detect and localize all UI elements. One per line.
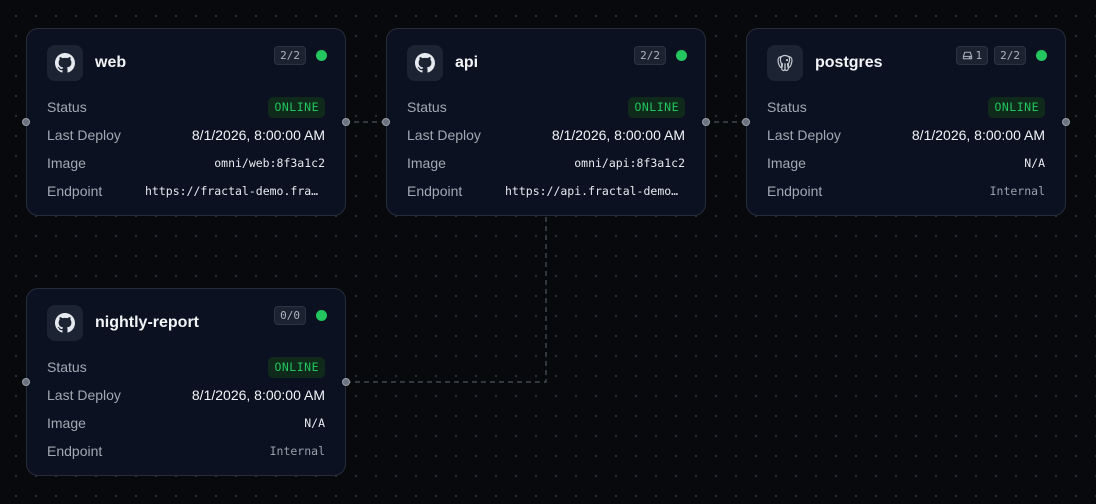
service-node-nightly-report[interactable]: nightly-report 0/0 Status ONLINE Last De… bbox=[22, 288, 350, 476]
node-badges: 2/2 bbox=[274, 46, 327, 65]
last-deploy-value: 8/1/2026, 8:00:00 AM bbox=[551, 127, 685, 143]
status-badge: ONLINE bbox=[268, 356, 325, 378]
input-handle[interactable] bbox=[742, 118, 750, 126]
status-label: Status bbox=[47, 359, 87, 375]
status-row: Status ONLINE bbox=[407, 93, 685, 121]
service-details: Status ONLINE Last Deploy 8/1/2026, 8:00… bbox=[407, 93, 685, 205]
image-label: Image bbox=[47, 155, 86, 171]
status-badge: ONLINE bbox=[268, 96, 325, 118]
last-deploy-label: Last Deploy bbox=[47, 387, 121, 403]
service-details: Status ONLINE Last Deploy 8/1/2026, 8:00… bbox=[47, 93, 325, 205]
edge-api-nightly-report[interactable] bbox=[345, 217, 547, 383]
image-value: N/A bbox=[304, 416, 325, 430]
last-deploy-label: Last Deploy bbox=[47, 127, 121, 143]
endpoint-link[interactable]: https://fractal-demo.fractal.dev bbox=[145, 184, 325, 198]
status-label: Status bbox=[47, 99, 87, 115]
service-name: postgres bbox=[815, 54, 883, 71]
image-row: Image N/A bbox=[767, 149, 1045, 177]
replica-count-badge: 0/0 bbox=[274, 306, 306, 325]
output-handle[interactable] bbox=[702, 118, 710, 126]
service-details: Status ONLINE Last Deploy 8/1/2026, 8:00… bbox=[47, 353, 325, 465]
health-status-dot bbox=[316, 310, 327, 321]
last-deploy-value: 8/1/2026, 8:00:00 AM bbox=[191, 127, 325, 143]
image-row: Image omni/api:8f3a1c2 bbox=[407, 149, 685, 177]
last-deploy-row: Last Deploy 8/1/2026, 8:00:00 AM bbox=[767, 121, 1045, 149]
github-icon bbox=[47, 305, 83, 341]
input-handle[interactable] bbox=[382, 118, 390, 126]
status-row: Status ONLINE bbox=[47, 353, 325, 381]
image-row: Image N/A bbox=[47, 409, 325, 437]
image-label: Image bbox=[767, 155, 806, 171]
endpoint-label: Endpoint bbox=[47, 183, 103, 199]
service-details: Status ONLINE Last Deploy 8/1/2026, 8:00… bbox=[767, 93, 1045, 205]
output-handle[interactable] bbox=[1062, 118, 1070, 126]
input-handle[interactable] bbox=[22, 378, 30, 386]
output-handle[interactable] bbox=[342, 378, 350, 386]
status-label: Status bbox=[407, 99, 447, 115]
endpoint-row: Endpoint https://fractal-demo.fractal.de… bbox=[47, 177, 325, 205]
volume-count-badge: 1 bbox=[955, 46, 989, 65]
service-node-web[interactable]: web 2/2 Status ONLINE Last Deploy 8/1/20… bbox=[22, 28, 350, 216]
endpoint-link[interactable]: https://api.fractal-demo.fractal.dev bbox=[505, 184, 685, 198]
last-deploy-label: Last Deploy bbox=[407, 127, 481, 143]
service-node-api[interactable]: api 2/2 Status ONLINE Last Deploy 8/1/20… bbox=[382, 28, 710, 216]
image-label: Image bbox=[407, 155, 446, 171]
health-status-dot bbox=[316, 50, 327, 61]
image-value: omni/web:8f3a1c2 bbox=[214, 156, 325, 170]
endpoint-label: Endpoint bbox=[47, 443, 103, 459]
service-name: web bbox=[95, 54, 127, 71]
status-row: Status ONLINE bbox=[767, 93, 1045, 121]
endpoint-label: Endpoint bbox=[407, 183, 463, 199]
health-status-dot bbox=[1036, 50, 1047, 61]
endpoint-value: Internal bbox=[989, 184, 1045, 198]
service-name: nightly-report bbox=[95, 314, 199, 331]
endpoint-row: Endpoint Internal bbox=[47, 437, 325, 465]
replica-count-badge: 2/2 bbox=[274, 46, 306, 65]
endpoint-label: Endpoint bbox=[767, 183, 823, 199]
endpoint-row: Endpoint https://api.fractal-demo.fracta… bbox=[407, 177, 685, 205]
status-row: Status ONLINE bbox=[47, 93, 325, 121]
last-deploy-value: 8/1/2026, 8:00:00 AM bbox=[191, 387, 325, 403]
input-handle[interactable] bbox=[22, 118, 30, 126]
node-header: web 2/2 bbox=[47, 45, 327, 81]
node-badges: 2/2 bbox=[634, 46, 687, 65]
node-badges: 1 2/2 bbox=[955, 46, 1047, 65]
last-deploy-row: Last Deploy 8/1/2026, 8:00:00 AM bbox=[47, 381, 325, 409]
service-canvas[interactable]: web 2/2 Status ONLINE Last Deploy 8/1/20… bbox=[0, 0, 1096, 504]
output-handle[interactable] bbox=[342, 118, 350, 126]
github-icon bbox=[407, 45, 443, 81]
endpoint-row: Endpoint Internal bbox=[767, 177, 1045, 205]
image-value: N/A bbox=[1024, 156, 1045, 170]
health-status-dot bbox=[676, 50, 687, 61]
replica-count-badge: 2/2 bbox=[994, 46, 1026, 65]
last-deploy-value: 8/1/2026, 8:00:00 AM bbox=[911, 127, 1045, 143]
image-row: Image omni/web:8f3a1c2 bbox=[47, 149, 325, 177]
disk-icon bbox=[962, 51, 972, 60]
node-badges: 0/0 bbox=[274, 306, 327, 325]
replica-count-badge: 2/2 bbox=[634, 46, 666, 65]
image-value: omni/api:8f3a1c2 bbox=[574, 156, 685, 170]
volume-count: 1 bbox=[975, 49, 983, 62]
status-badge: ONLINE bbox=[988, 96, 1045, 118]
image-label: Image bbox=[47, 415, 86, 431]
node-header: postgres 1 2/2 bbox=[767, 45, 1047, 81]
service-node-postgres[interactable]: postgres 1 2/2 Status ONLINE Last Deploy… bbox=[742, 28, 1070, 216]
github-icon bbox=[47, 45, 83, 81]
last-deploy-row: Last Deploy 8/1/2026, 8:00:00 AM bbox=[47, 121, 325, 149]
node-header: nightly-report 0/0 bbox=[47, 305, 327, 341]
last-deploy-label: Last Deploy bbox=[767, 127, 841, 143]
endpoint-value: Internal bbox=[269, 444, 325, 458]
last-deploy-row: Last Deploy 8/1/2026, 8:00:00 AM bbox=[407, 121, 685, 149]
service-name: api bbox=[455, 54, 479, 71]
status-badge: ONLINE bbox=[628, 96, 685, 118]
node-header: api 2/2 bbox=[407, 45, 687, 81]
postgres-icon bbox=[767, 45, 803, 81]
status-label: Status bbox=[767, 99, 807, 115]
